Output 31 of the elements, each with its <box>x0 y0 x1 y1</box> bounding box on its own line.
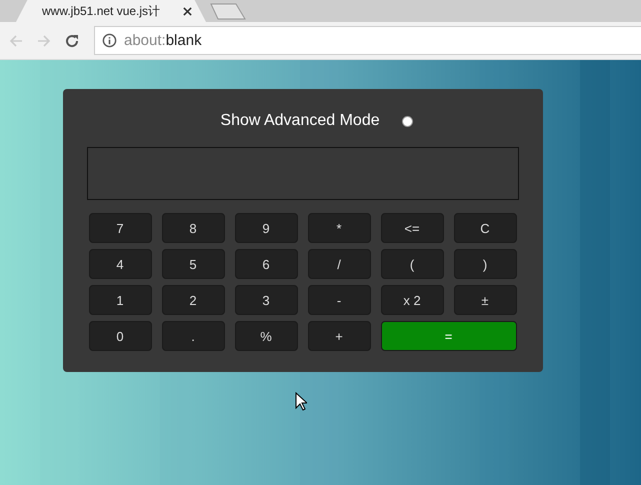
calculator-key[interactable]: 4 <box>88 249 152 279</box>
calculator-key[interactable]: - <box>308 285 370 315</box>
calculator-key[interactable]: C <box>454 213 516 243</box>
close-icon[interactable] <box>183 6 192 16</box>
calculator-key[interactable]: 0 <box>88 321 152 351</box>
calculator-key[interactable]: . <box>162 321 224 351</box>
calculator-key[interactable]: 1 <box>88 285 152 315</box>
tab-title: www.jb51.net vue.js计 <box>42 2 160 20</box>
calculator-key[interactable]: % <box>234 321 298 351</box>
info-icon[interactable] <box>102 33 117 48</box>
toggle-radio[interactable] <box>402 116 413 126</box>
equals-button[interactable]: = <box>380 321 516 351</box>
address-field[interactable]: about:blank <box>94 26 641 55</box>
calculator-key[interactable]: x 2 <box>380 285 444 315</box>
calculator-key[interactable]: 6 <box>234 249 298 279</box>
calculator-key[interactable]: ± <box>454 285 516 315</box>
calculator-key[interactable]: / <box>308 249 370 279</box>
calculator-key[interactable]: 8 <box>162 213 224 243</box>
calculator-key[interactable]: * <box>308 213 370 243</box>
mouse-pointer-icon <box>295 392 307 411</box>
calculator-key[interactable]: ) <box>454 249 516 279</box>
calculator-key[interactable]: + <box>308 321 370 351</box>
calculator-key[interactable]: <= <box>380 213 444 243</box>
toggle-label: Show Advanced Mode <box>220 112 380 130</box>
reload-icon[interactable] <box>64 32 80 48</box>
calculator-key[interactable]: 3 <box>234 285 298 315</box>
calculator-key[interactable]: 5 <box>162 249 224 279</box>
calculator-key[interactable]: ( <box>380 249 444 279</box>
calculator-key[interactable]: 9 <box>234 213 298 243</box>
calculator-key[interactable]: 7 <box>88 213 152 243</box>
calculator-key[interactable]: 2 <box>162 285 224 315</box>
